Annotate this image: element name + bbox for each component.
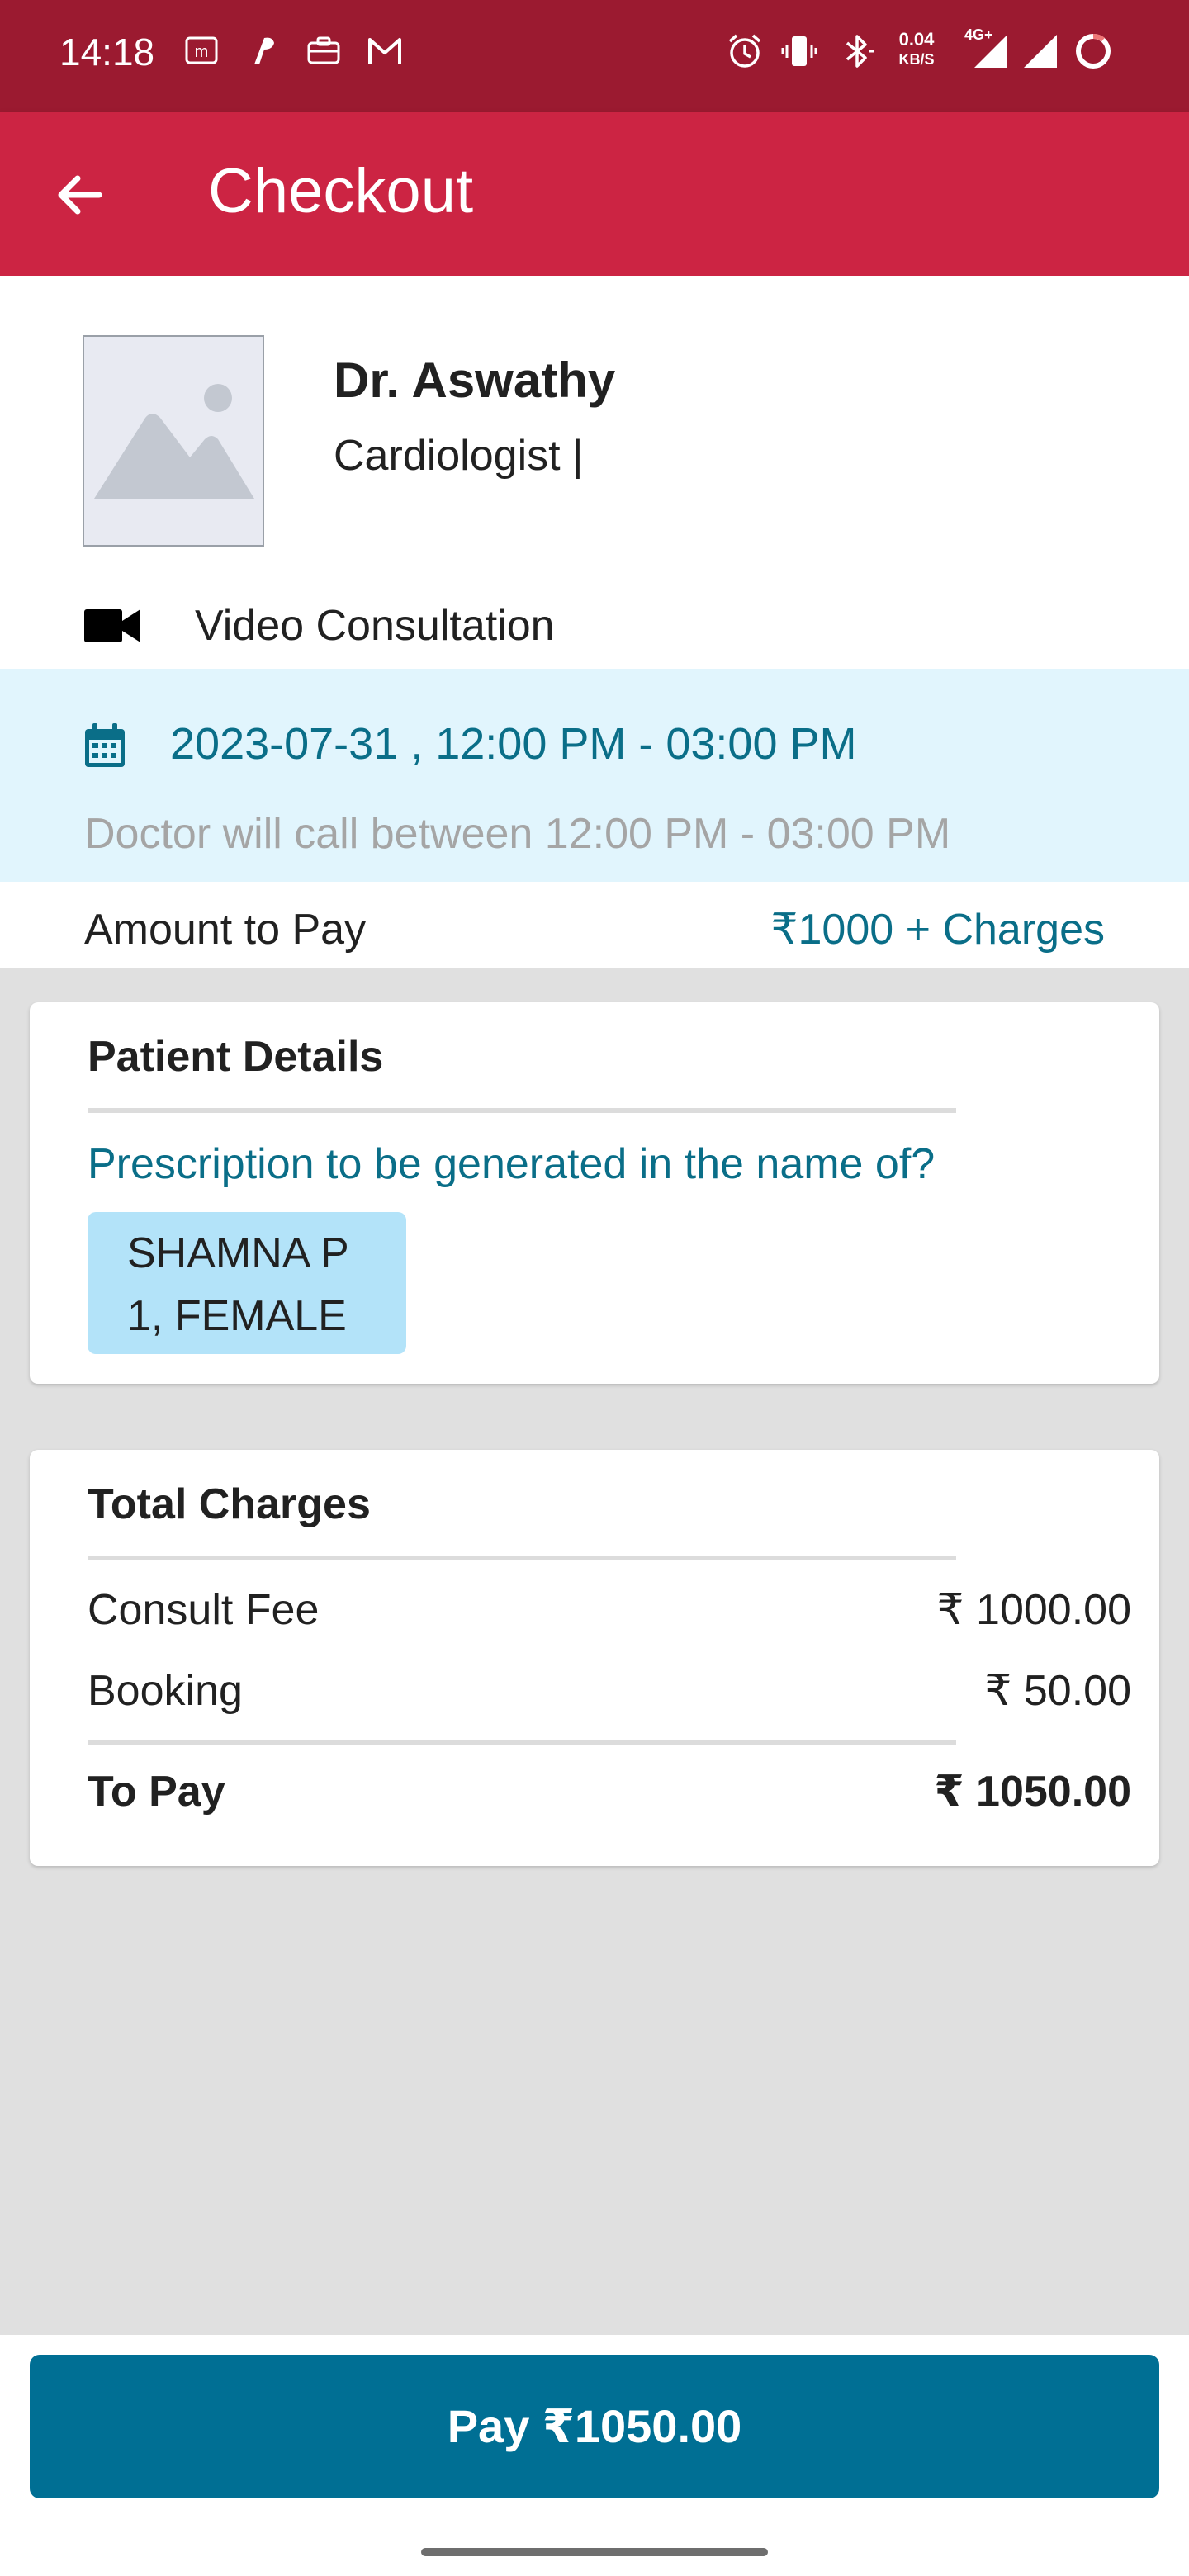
status-bar: 14:18 m 0.04 KB/S 4G+ (0, 0, 1189, 112)
calendar-icon (85, 723, 125, 767)
amount-row: Amount to Pay ₹1000 + Charges (0, 882, 1189, 968)
doctor-photo (83, 335, 264, 547)
prescription-question: Prescription to be generated in the name… (88, 1140, 936, 1188)
video-camera-icon (84, 609, 140, 642)
divider (88, 1556, 956, 1560)
total-charges-card: Total Charges Consult Fee ₹ 1000.00 Book… (30, 1450, 1159, 1866)
charge-row-total: To Pay ₹ 1050.00 (88, 1767, 1131, 1825)
appointment-summary: Dr. Aswathy Cardiologist | Video Consult… (0, 276, 1189, 968)
charge-value: ₹ 50.00 (984, 1667, 1131, 1715)
charge-value: ₹ 1000.00 (936, 1586, 1132, 1634)
app-bar: Checkout (0, 112, 1189, 276)
appointment-slot: 2023-07-31 , 12:00 PM - 03:00 PM Doctor … (0, 669, 1189, 882)
briefcase-icon (307, 36, 340, 64)
status-time: 14:18 (59, 31, 155, 73)
charge-label: Booking (88, 1667, 243, 1715)
home-indicator[interactable] (421, 2548, 768, 2556)
bottom-bar: Pay ₹1050.00 (0, 2335, 1189, 2576)
signal-icon (1024, 35, 1057, 68)
charge-row-consult-fee: Consult Fee ₹ 1000.00 (88, 1585, 1131, 1643)
amount-value: ₹1000 + Charges (770, 906, 1105, 954)
m-notification-icon: m (185, 36, 218, 64)
bluetooth-icon (846, 35, 874, 68)
consultation-type: Video Consultation (83, 593, 1073, 659)
app-notification-icon (254, 37, 274, 64)
arrow-left-icon[interactable] (48, 162, 114, 228)
patient-chip[interactable]: SHAMNA P 1, FEMALE (88, 1212, 406, 1354)
vibrate-icon (781, 36, 817, 66)
gmail-icon (368, 38, 401, 64)
net-speed: 0.04 (898, 29, 935, 50)
image-placeholder-icon (94, 384, 254, 499)
patient-name: SHAMNA P (127, 1229, 349, 1277)
charge-row-booking: Booking ₹ 50.00 (88, 1666, 1131, 1724)
total-charges-heading: Total Charges (88, 1480, 371, 1528)
alarm-icon (728, 34, 761, 68)
net-unit: KB/S (898, 51, 935, 68)
battery-ring-icon (1076, 34, 1111, 69)
patient-info: 1, FEMALE (127, 1292, 347, 1340)
divider (88, 1740, 956, 1745)
amount-label: Amount to Pay (84, 906, 367, 954)
doctor-name: Dr. Aswathy (334, 353, 616, 408)
pay-button[interactable]: Pay ₹1050.00 (30, 2355, 1159, 2498)
doctor-specialty: Cardiologist | (334, 432, 584, 480)
consultation-type-label: Video Consultation (195, 602, 555, 650)
call-window-note: Doctor will call between 12:00 PM - 03:0… (84, 810, 951, 858)
page-title: Checkout (208, 156, 474, 226)
patient-details-card: Patient Details Prescription to be gener… (30, 1002, 1159, 1384)
total-value: ₹ 1050.00 (934, 1768, 1131, 1816)
appointment-datetime: 2023-07-31 , 12:00 PM - 03:00 PM (170, 719, 857, 769)
total-label: To Pay (88, 1768, 225, 1816)
svg-text:m: m (195, 43, 209, 61)
charge-label: Consult Fee (88, 1586, 320, 1634)
signal-icon (974, 35, 1007, 68)
divider (88, 1108, 956, 1113)
patient-details-heading: Patient Details (88, 1033, 384, 1081)
